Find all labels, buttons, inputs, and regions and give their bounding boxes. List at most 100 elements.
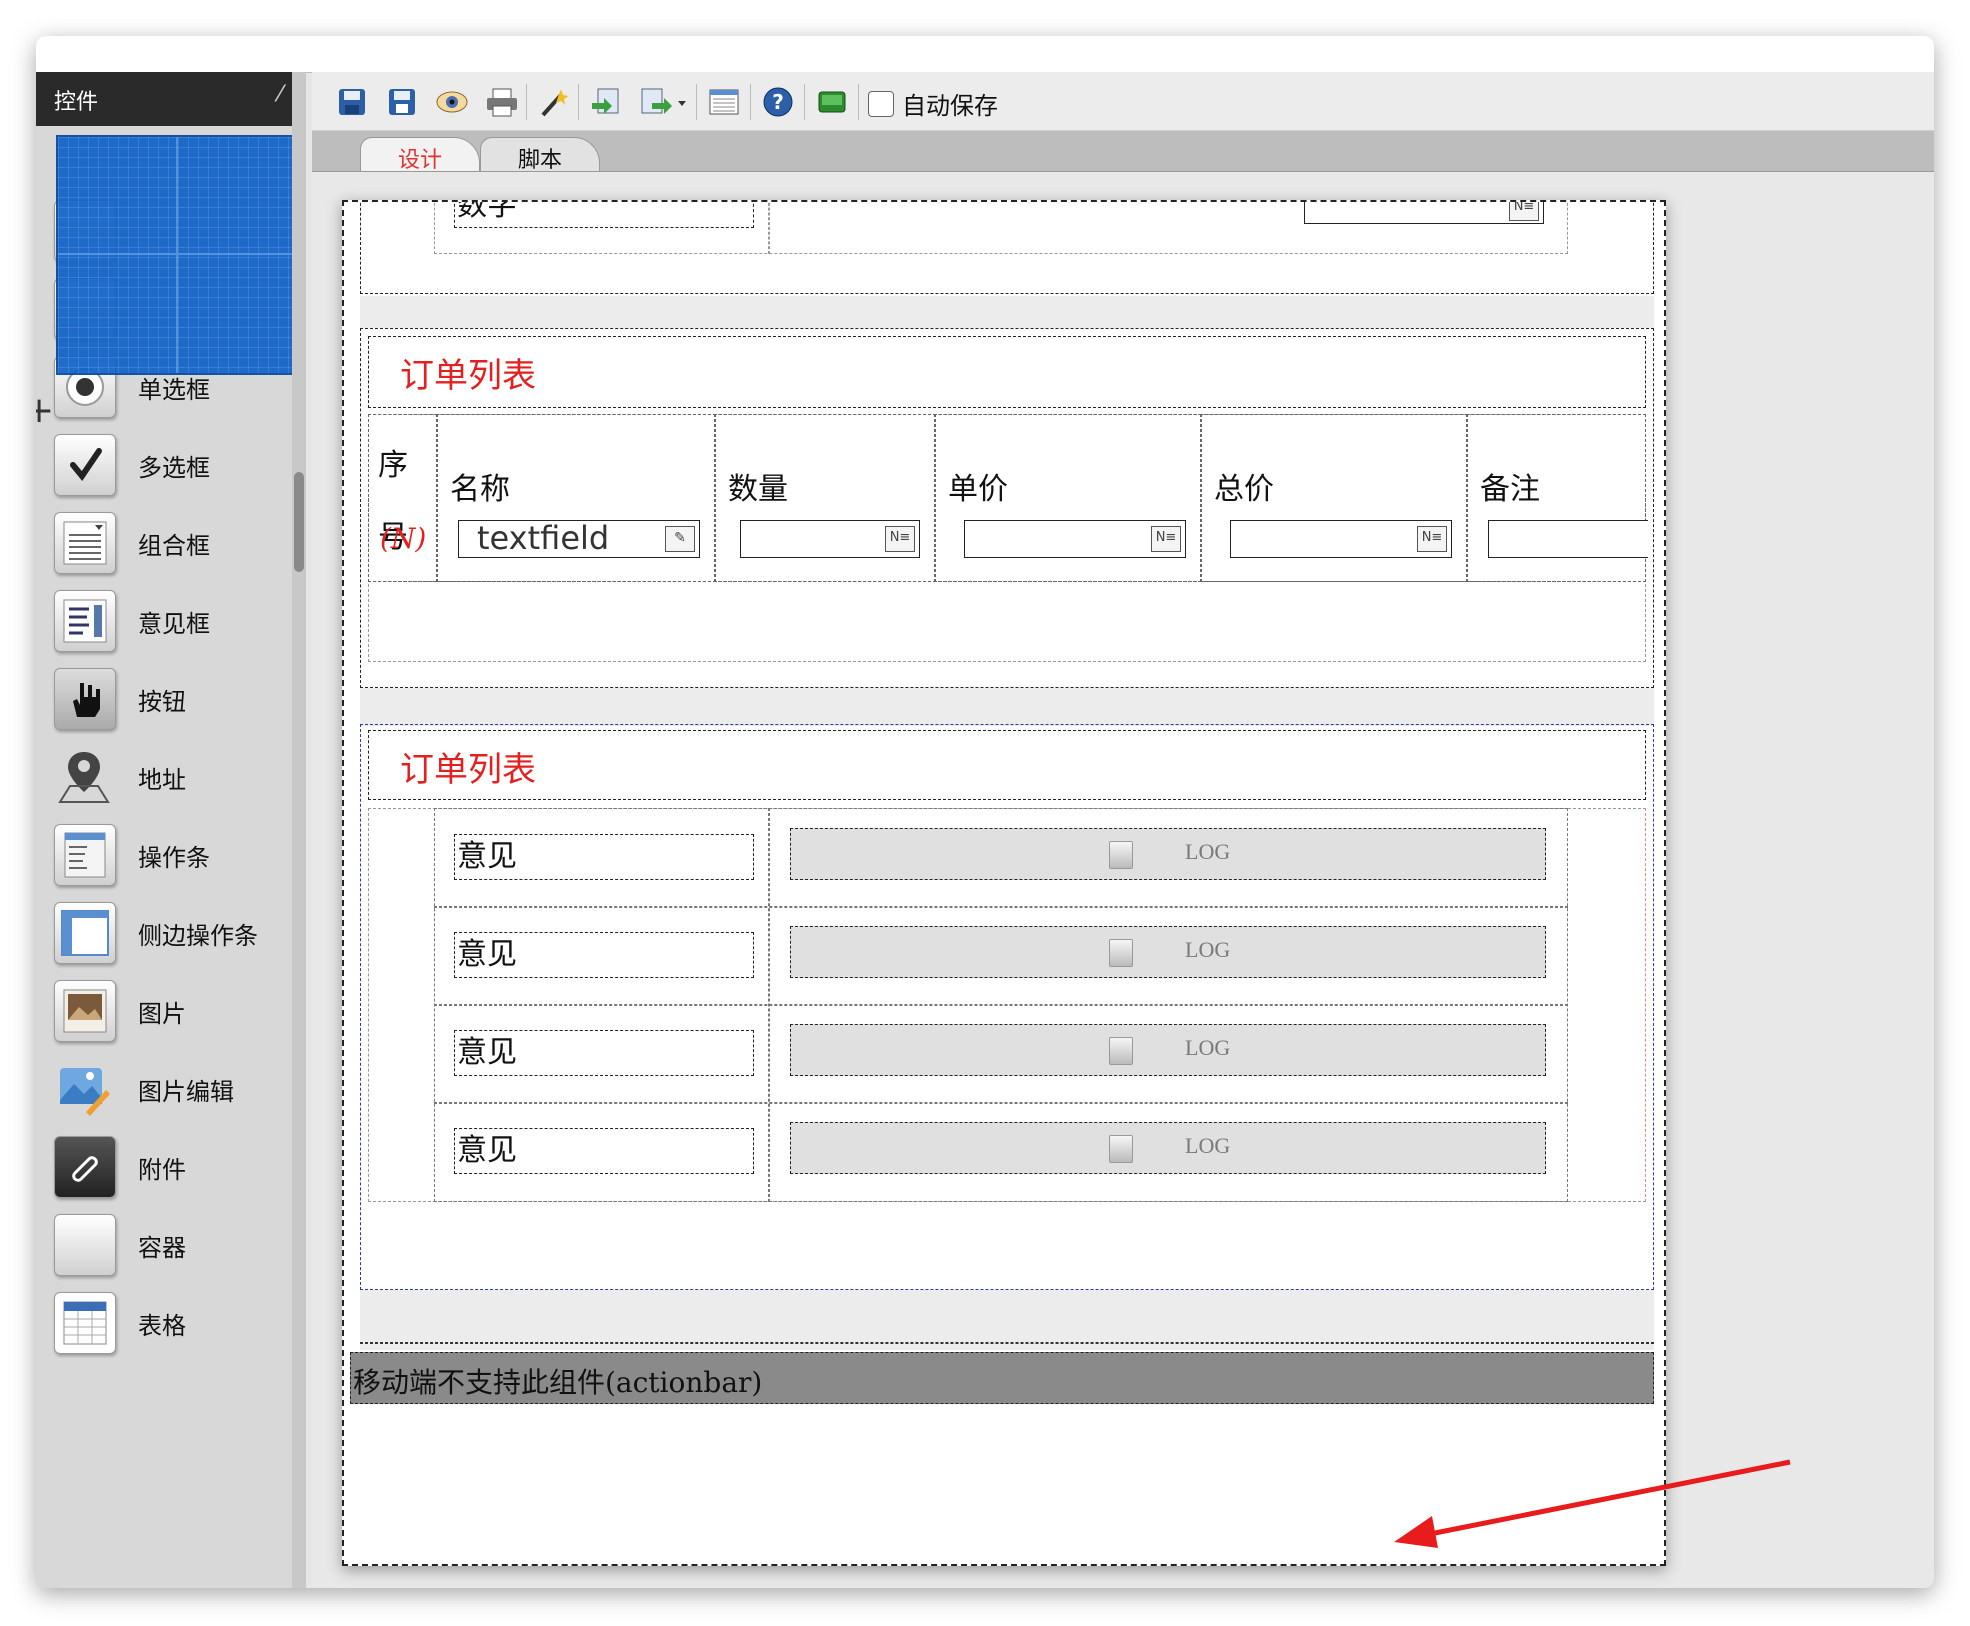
sidebar-item-label: 按钮 <box>138 688 186 716</box>
header-quantity: 数量 <box>728 472 788 507</box>
sidebar-scrollbar[interactable] <box>292 72 306 1588</box>
opinion-log-field[interactable]: LOG <box>790 926 1546 978</box>
help-icon[interactable]: ? <box>758 82 798 122</box>
number-field-icon: N≡ <box>885 526 915 552</box>
header-total: 总价 <box>1214 472 1274 507</box>
save-icon[interactable] <box>332 82 372 122</box>
sidebar-item-container[interactable]: 容器 <box>46 1206 282 1292</box>
number-field-icon: N≡ <box>1151 526 1181 552</box>
section-divider <box>360 1342 1654 1344</box>
sidebar-item-label: 地址 <box>138 766 186 794</box>
sidebar-item-combobox[interactable]: 组合框 <box>46 504 282 590</box>
table-title-box <box>368 336 1646 408</box>
sidebar-item-attachment[interactable]: 附件 <box>46 1128 282 1214</box>
sidebar-item-label: 图片编辑 <box>138 1078 234 1106</box>
editor-tabs: 设计 脚本 <box>312 131 1934 173</box>
paperclip-icon <box>54 1136 116 1198</box>
section-gap <box>360 1290 1654 1350</box>
remark-field[interactable] <box>1488 520 1648 558</box>
sidebar-item-checkbox[interactable]: 多选框 <box>46 426 282 512</box>
export-icon[interactable] <box>636 82 692 122</box>
top-number-field[interactable]: N≡ <box>1304 202 1544 224</box>
sidebar-item-label: 容器 <box>138 1234 186 1262</box>
number-field-icon: N≡ <box>1417 526 1447 552</box>
opinion-label[interactable]: 意见 <box>454 1030 754 1076</box>
magic-wand-icon[interactable] <box>534 82 574 122</box>
order-table-1-title: 订单列表 <box>400 356 536 396</box>
form-page[interactable]: 数字 N≡ 订单列表 序号 名称 数量 单价 总价 备注 (N) textfie… <box>342 200 1666 1566</box>
quantity-field[interactable]: N≡ <box>740 520 920 558</box>
name-textfield[interactable]: textfield ✎ <box>458 519 700 558</box>
log-text: LOG <box>1185 1035 1231 1060</box>
sidebar-item-image-edit[interactable]: 图片编辑 <box>46 1050 282 1136</box>
actionbar[interactable]: 移动端不支持此组件(actionbar) <box>350 1352 1654 1404</box>
table-icon <box>54 1292 116 1354</box>
opinion-label[interactable]: 意见 <box>454 1128 754 1174</box>
checkbox-icon <box>54 434 116 496</box>
sidebar-item-button[interactable]: 按钮 <box>46 660 282 746</box>
tab-design[interactable]: 设计 <box>360 137 480 173</box>
import-icon[interactable] <box>586 82 626 122</box>
log-icon <box>1109 939 1133 967</box>
sidebar-item-label: 单选框 <box>138 376 210 404</box>
unit-price-field[interactable]: N≡ <box>964 520 1186 558</box>
opinion-log-field[interactable]: LOG <box>790 828 1546 880</box>
menu-list-icon <box>54 824 116 886</box>
log-text: LOG <box>1185 937 1231 962</box>
sidebar-item-image[interactable]: 图片 <box>46 972 282 1058</box>
crosshair-cursor-icon: + <box>36 390 55 431</box>
sidebar-item-label: 多选框 <box>138 454 210 482</box>
image-edit-icon <box>54 1058 114 1118</box>
opinion-box-icon <box>54 590 116 652</box>
red-arrow-annotation <box>1394 1459 1791 1548</box>
table-title-box <box>368 730 1646 800</box>
sidebar-item-label: 侧边操作条 <box>138 922 258 950</box>
save-as-icon[interactable] <box>382 82 422 122</box>
sidebar-item-address[interactable]: 地址 <box>46 738 282 824</box>
column-divider <box>768 202 770 254</box>
combobox-icon <box>54 512 116 574</box>
opinion-label[interactable]: 意见 <box>454 932 754 978</box>
print-icon[interactable] <box>482 82 522 122</box>
designer-window: 控件 ⁄ 单选框 多选框 组合框 意见框 按钮 地址 操作条 侧边操作条 图片 … <box>36 36 1934 1588</box>
autosave-checkbox-box[interactable] <box>868 90 894 117</box>
opinion-label[interactable]: 意见 <box>454 834 754 880</box>
autosave-checkbox[interactable]: 自动保存 <box>868 86 998 121</box>
toolbar: ? 自动保存 <box>312 72 1934 131</box>
opinion-log-field[interactable]: LOG <box>790 1024 1546 1076</box>
scrollbar-thumb[interactable] <box>294 472 304 572</box>
log-icon <box>1109 1037 1133 1065</box>
row-divider <box>434 1102 1568 1104</box>
container-icon <box>54 1214 116 1276</box>
sidebar-item-label: 图片 <box>138 1000 186 1028</box>
opinion-log-field[interactable]: LOG <box>790 1122 1546 1174</box>
number-field-icon: N≡ <box>1509 202 1539 221</box>
title-bar <box>36 36 1934 73</box>
edit-icon: ✎ <box>665 526 695 552</box>
sidebar-layout-icon <box>54 902 116 964</box>
header-unit-price: 单价 <box>948 472 1008 507</box>
tab-script[interactable]: 脚本 <box>480 137 600 173</box>
design-canvas[interactable]: 数字 N≡ 订单列表 序号 名称 数量 单价 总价 备注 (N) textfie… <box>312 172 1934 1588</box>
sidebar-item-side-actionbar[interactable]: 侧边操作条 <box>46 894 282 980</box>
component-sidebar: 控件 ⁄ 单选框 多选框 组合框 意见框 按钮 地址 操作条 侧边操作条 图片 … <box>36 72 292 1588</box>
sidebar-item-label: 操作条 <box>138 844 210 872</box>
preview-eye-icon[interactable] <box>432 82 472 122</box>
row-index: (N) <box>380 522 427 555</box>
list-view-icon[interactable] <box>704 82 744 122</box>
sidebar-item-actionbar[interactable]: 操作条 <box>46 816 282 902</box>
sidebar-header-text: 控件 <box>54 89 99 114</box>
sidebar-item-label: 附件 <box>138 1156 186 1184</box>
log-text: LOG <box>1185 1133 1231 1158</box>
total-field[interactable]: N≡ <box>1230 520 1452 558</box>
sidebar-item-opinion-box[interactable]: 意见框 <box>46 582 282 668</box>
section-gap <box>360 296 1654 328</box>
log-icon <box>1109 841 1133 869</box>
green-screen-icon[interactable] <box>812 82 852 122</box>
sidebar-item-label: 意见框 <box>138 610 210 638</box>
sidebar-item-label: 组合框 <box>138 532 210 560</box>
top-field-label[interactable]: 数字 <box>454 202 754 228</box>
sidebar-header: 控件 ⁄ <box>36 72 292 126</box>
sidebar-collapse-icon[interactable]: ⁄ <box>278 82 282 107</box>
sidebar-item-table[interactable]: 表格 <box>46 1284 282 1370</box>
